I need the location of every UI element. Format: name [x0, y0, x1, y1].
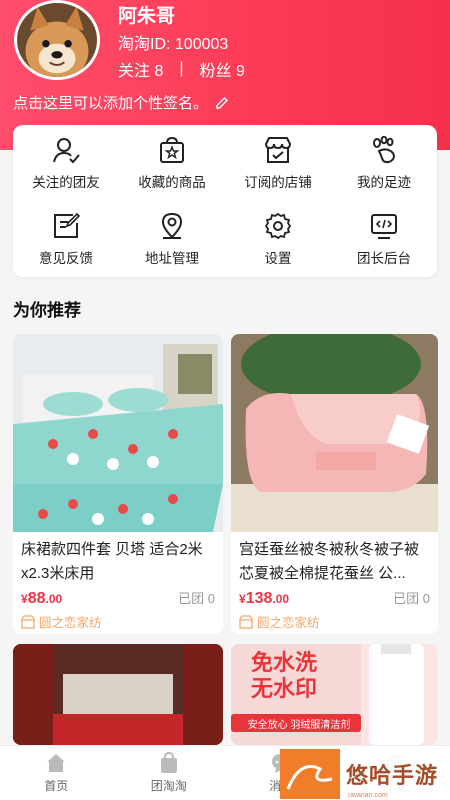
shop-icon — [239, 614, 253, 629]
nickname: 阿朱哥 — [118, 6, 176, 27]
watermark-logo — [280, 749, 340, 799]
menu-item-followed-members[interactable]: 关注的团友 — [13, 125, 119, 201]
menu-label: 订阅的店铺 — [244, 175, 312, 190]
watermark-logo-icon — [280, 749, 340, 799]
sold-count: 已团 0 — [178, 591, 215, 606]
product-title: 床裙款四件套 贝塔 适合2米x2.3米床用 — [21, 541, 203, 582]
product-image: 免水洗 无水印 安全放心 羽绒服清洁剂 — [231, 644, 438, 745]
menu-item-leader-backend[interactable]: 团长后台 — [331, 201, 437, 277]
product-card[interactable]: 免水洗 无水印 安全放心 羽绒服清洁剂 — [231, 644, 438, 745]
product-card[interactable]: 宫廷蚕丝被冬被秋冬被子被芯夏被全棉提花蚕丝 公... ¥138.00 已团 0 … — [231, 334, 438, 634]
footprint-icon — [373, 135, 395, 164]
product-card[interactable] — [13, 644, 223, 745]
menu-item-address-management[interactable]: 地址管理 — [119, 201, 225, 277]
shopping-bag-icon — [160, 752, 177, 773]
banner-headline-2: 无水印 — [251, 676, 318, 701]
store-check-icon — [264, 137, 292, 163]
product-image — [13, 334, 223, 532]
following-count[interactable]: 关注 8 — [118, 57, 163, 81]
pencil-icon — [216, 96, 229, 109]
fans-count[interactable]: 粉丝 9 — [200, 57, 245, 81]
shop-link[interactable]: 圆之恋家纺 — [231, 608, 438, 631]
feedback-icon — [54, 212, 81, 238]
menu-label: 关注的团友 — [32, 175, 100, 190]
menu-item-subscribed-shops[interactable]: 订阅的店铺 — [225, 125, 331, 201]
avatar[interactable] — [14, 0, 100, 80]
bag-star-icon — [160, 136, 184, 163]
shiba-dog-avatar-image — [17, 3, 97, 77]
product-title: 宫廷蚕丝被冬被秋冬被子被芯夏被全棉提花蚕丝 公... — [239, 541, 420, 582]
price-integer: 88 — [27, 590, 46, 607]
currency-symbol: ¥ — [21, 592, 28, 606]
tab-group-buy[interactable]: 团淘淘 — [113, 746, 226, 800]
product-image — [231, 334, 438, 532]
menu-card: 关注的团友 收藏的商品 订阅的店铺 我的足迹 意见反馈 地址管理 设置 团长后台 — [13, 125, 437, 277]
tab-home[interactable]: 首页 — [0, 746, 113, 800]
bedding-set-image — [13, 334, 223, 532]
person-check-icon — [53, 138, 80, 164]
signature-text: 点击这里可以添加个性签名。 — [13, 95, 209, 112]
tab-label: 首页 — [44, 779, 69, 793]
silk-quilt-image — [231, 334, 438, 532]
bed-room-image — [13, 644, 223, 745]
recommend-title: 为你推荐 — [13, 301, 81, 320]
menu-label: 我的足迹 — [357, 175, 411, 190]
menu-label: 地址管理 — [145, 251, 199, 266]
menu-label: 团长后台 — [357, 251, 411, 266]
gear-icon — [264, 212, 292, 240]
home-icon — [47, 754, 66, 772]
menu-item-settings[interactable]: 设置 — [225, 201, 331, 277]
price-decimal: .00 — [272, 592, 290, 606]
follow-stats: 关注 8 | 粉丝 9 — [118, 57, 245, 81]
shop-link[interactable]: 圆之恋家纺 — [13, 608, 223, 631]
menu-label: 收藏的商品 — [138, 175, 206, 190]
user-id: 淘淘ID: 100003 — [118, 36, 229, 53]
banner-headline-1: 免水洗 — [251, 650, 318, 675]
stats-separator: | — [179, 60, 184, 77]
code-window-icon — [371, 214, 397, 239]
watermark-text: 悠哈手游 — [346, 763, 439, 788]
signature-edit[interactable]: 点击这里可以添加个性签名。 — [13, 92, 230, 113]
profile-section: 阿朱哥 淘淘ID: 100003 关注 8 | 粉丝 9 — [12, 0, 442, 80]
product-price: ¥88.00 — [21, 590, 62, 608]
watermark: 悠哈手游 uwanan.com — [280, 748, 450, 800]
banner-subtitle: 安全放心 羽绒服清洁剂 — [247, 720, 351, 731]
shop-icon — [21, 614, 35, 629]
menu-item-favorite-products[interactable]: 收藏的商品 — [119, 125, 225, 201]
sold-count: 已团 0 — [393, 591, 430, 606]
location-pin-icon — [161, 212, 183, 239]
tab-label: 团淘淘 — [150, 779, 187, 793]
currency-symbol: ¥ — [239, 592, 246, 606]
menu-item-my-footprints[interactable]: 我的足迹 — [331, 125, 437, 201]
product-price: ¥138.00 — [239, 590, 289, 608]
price-integer: 138 — [245, 590, 273, 607]
price-decimal: .00 — [45, 592, 63, 606]
product-card[interactable]: 床裙款四件套 贝塔 适合2米x2.3米床用 ¥88.00 已团 0 圆之恋家纺 — [13, 334, 223, 634]
shop-name: 圆之恋家纺 — [39, 616, 102, 630]
watermark-subtext: uwanan.com — [348, 792, 388, 799]
menu-item-feedback[interactable]: 意见反馈 — [13, 201, 119, 277]
product-image — [13, 644, 223, 745]
menu-label: 设置 — [264, 251, 292, 266]
shop-name: 圆之恋家纺 — [257, 616, 320, 630]
menu-label: 意见反馈 — [39, 251, 93, 266]
